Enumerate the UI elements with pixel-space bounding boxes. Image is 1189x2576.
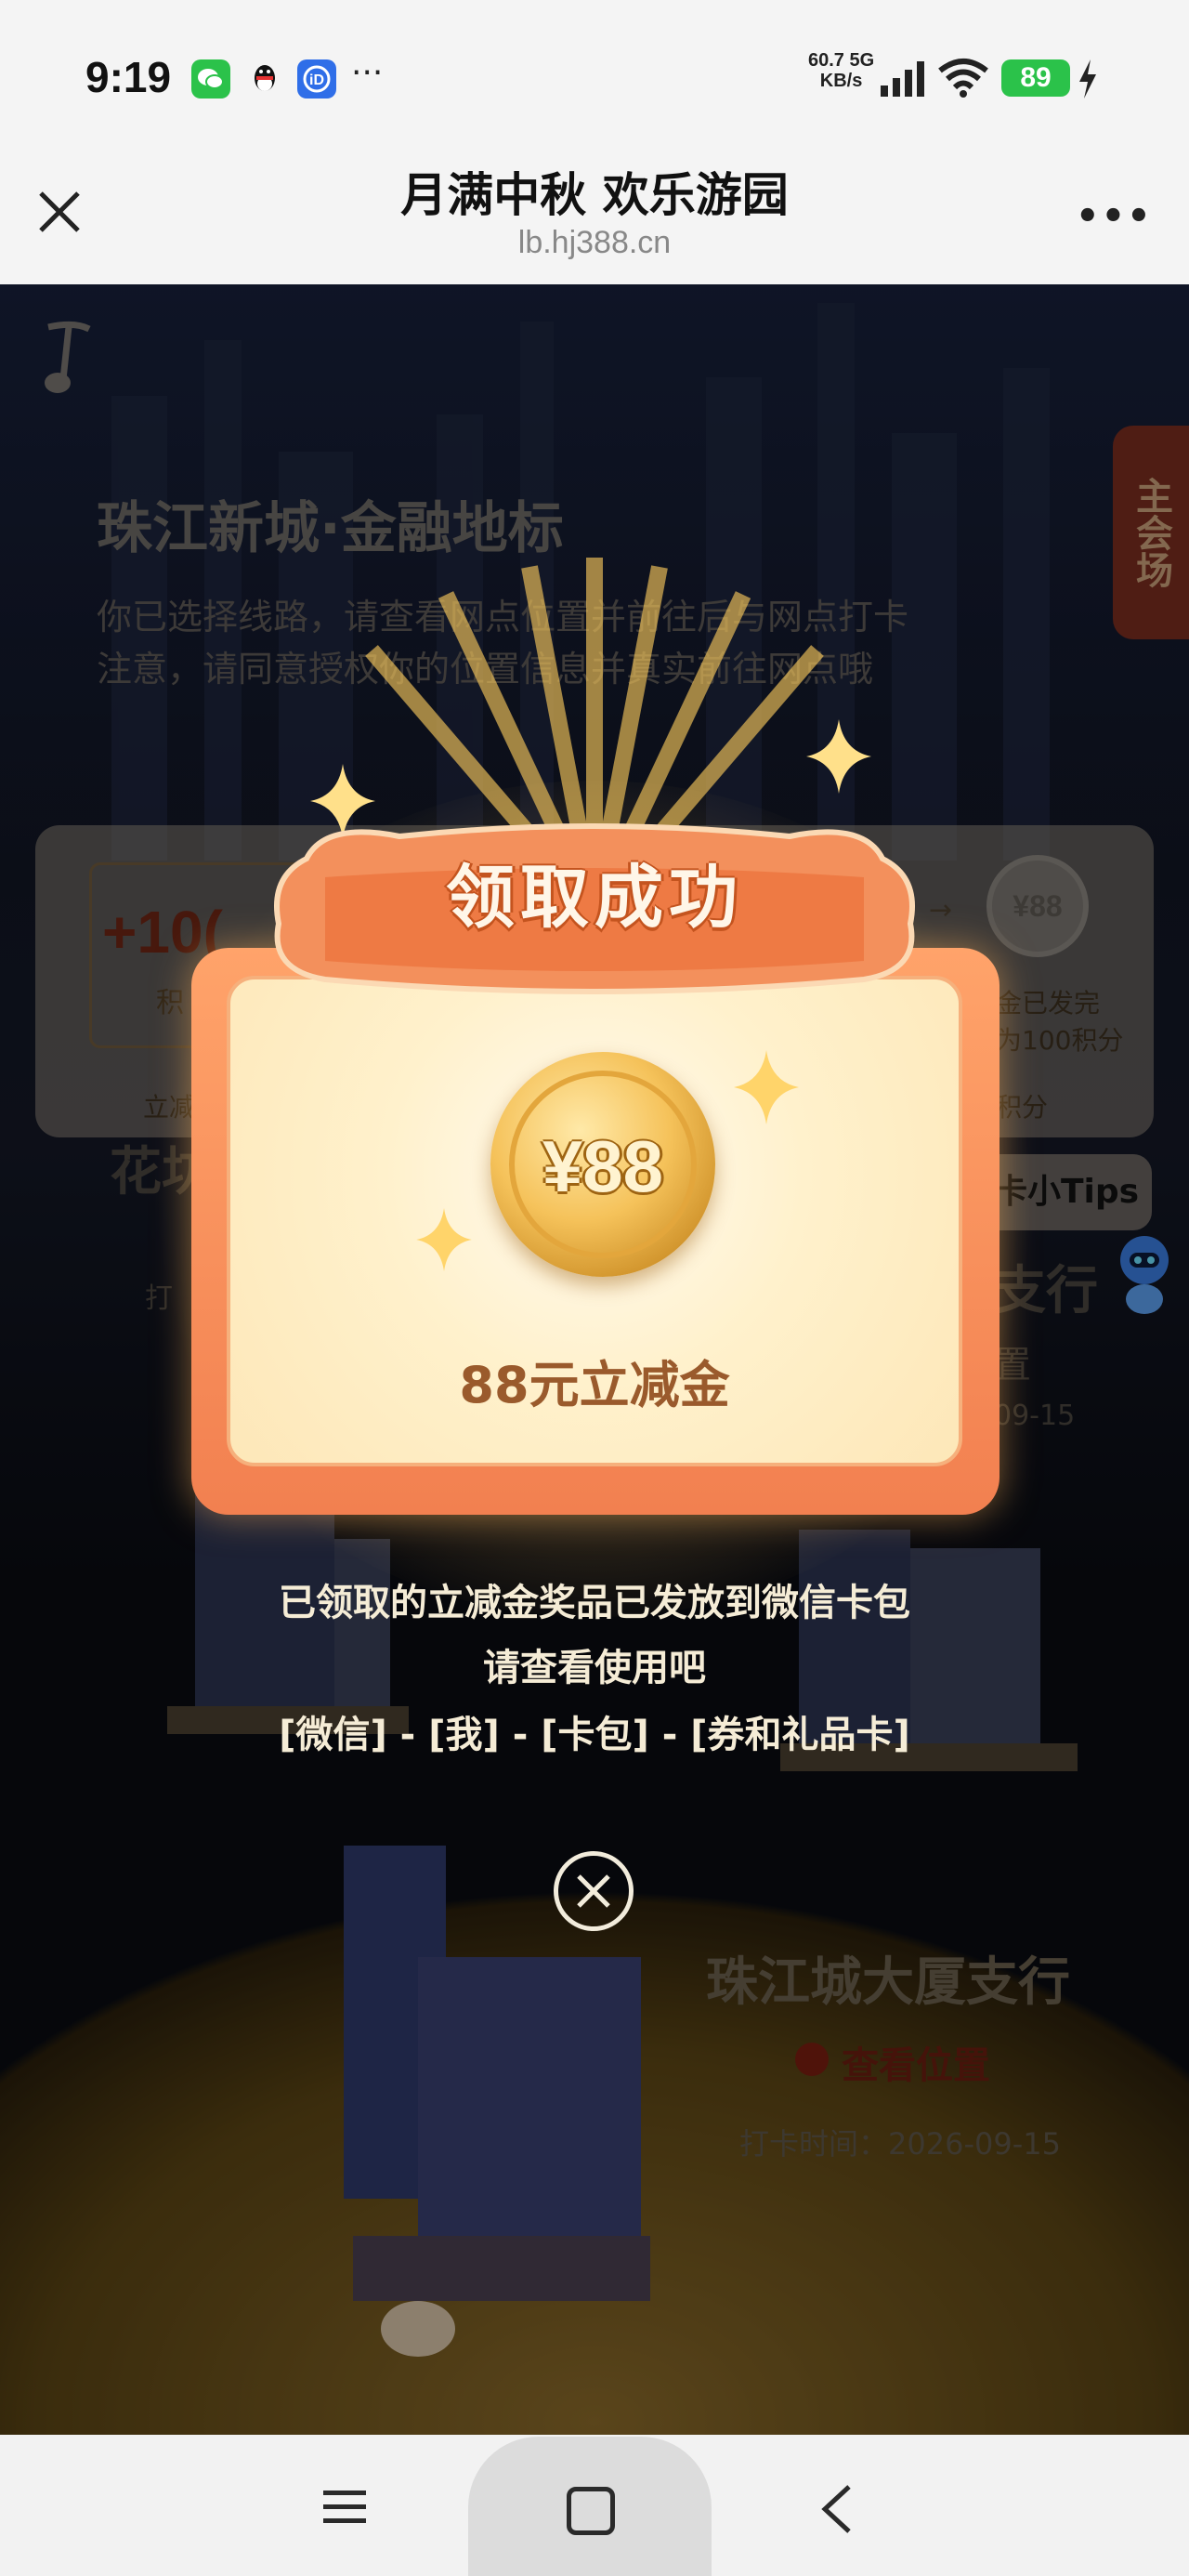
sparkle-icon [734, 1050, 799, 1124]
sparkle-icon [806, 719, 871, 794]
menu-icon[interactable] [321, 2487, 368, 2528]
more-options-button[interactable]: ••• [1076, 195, 1153, 238]
close-icon [577, 1874, 610, 1908]
popup-message-line-2: 请查看使用吧 [483, 1647, 706, 1689]
coin-amount: ¥88 [542, 1125, 664, 1207]
popup-close-button[interactable] [554, 1851, 634, 1931]
charging-icon [1079, 59, 1096, 99]
back-icon[interactable] [817, 2483, 855, 2535]
svg-text:iD: iD [309, 72, 324, 88]
net-speed-value: 60.7 [808, 50, 844, 71]
wifi-icon [938, 59, 988, 98]
signal-icon [881, 61, 924, 97]
net-speed: 60.7 5G KB/s [808, 50, 874, 91]
status-time: 9:19 [85, 53, 172, 101]
page-url: lb.hj388.cn [517, 225, 672, 260]
app-icon: iD [297, 59, 336, 99]
net-type: 5G [849, 50, 875, 71]
status-more-icon: ··· [351, 54, 384, 92]
net-speed-unit: KB/s [819, 71, 863, 91]
battery-indicator: 89 [1001, 59, 1070, 97]
screen: 9:19 iD ··· 60.7 5G KB/s 89 月满中秋 欢乐游园 lb… [0, 0, 1189, 2576]
prize-name: 88元立减金 [459, 1356, 730, 1414]
home-icon[interactable] [567, 2487, 615, 2535]
popup-title: 领取成功 [446, 858, 743, 938]
qq-icon [245, 59, 284, 99]
popup-message-line-1: 已领取的立减金奖品已发放到微信卡包 [279, 1582, 910, 1624]
page-title: 月满中秋 欢乐游园 [400, 168, 789, 222]
wechat-icon [191, 59, 230, 99]
popup-message-line-3: [微信] - [我] - [卡包] - [券和礼品卡] [279, 1714, 910, 1756]
status-bar: 9:19 iD ··· 60.7 5G KB/s 89 [0, 0, 1189, 139]
sparkle-icon [416, 1208, 472, 1271]
browser-navbar: 月满中秋 欢乐游园 lb.hj388.cn ••• [0, 139, 1189, 284]
